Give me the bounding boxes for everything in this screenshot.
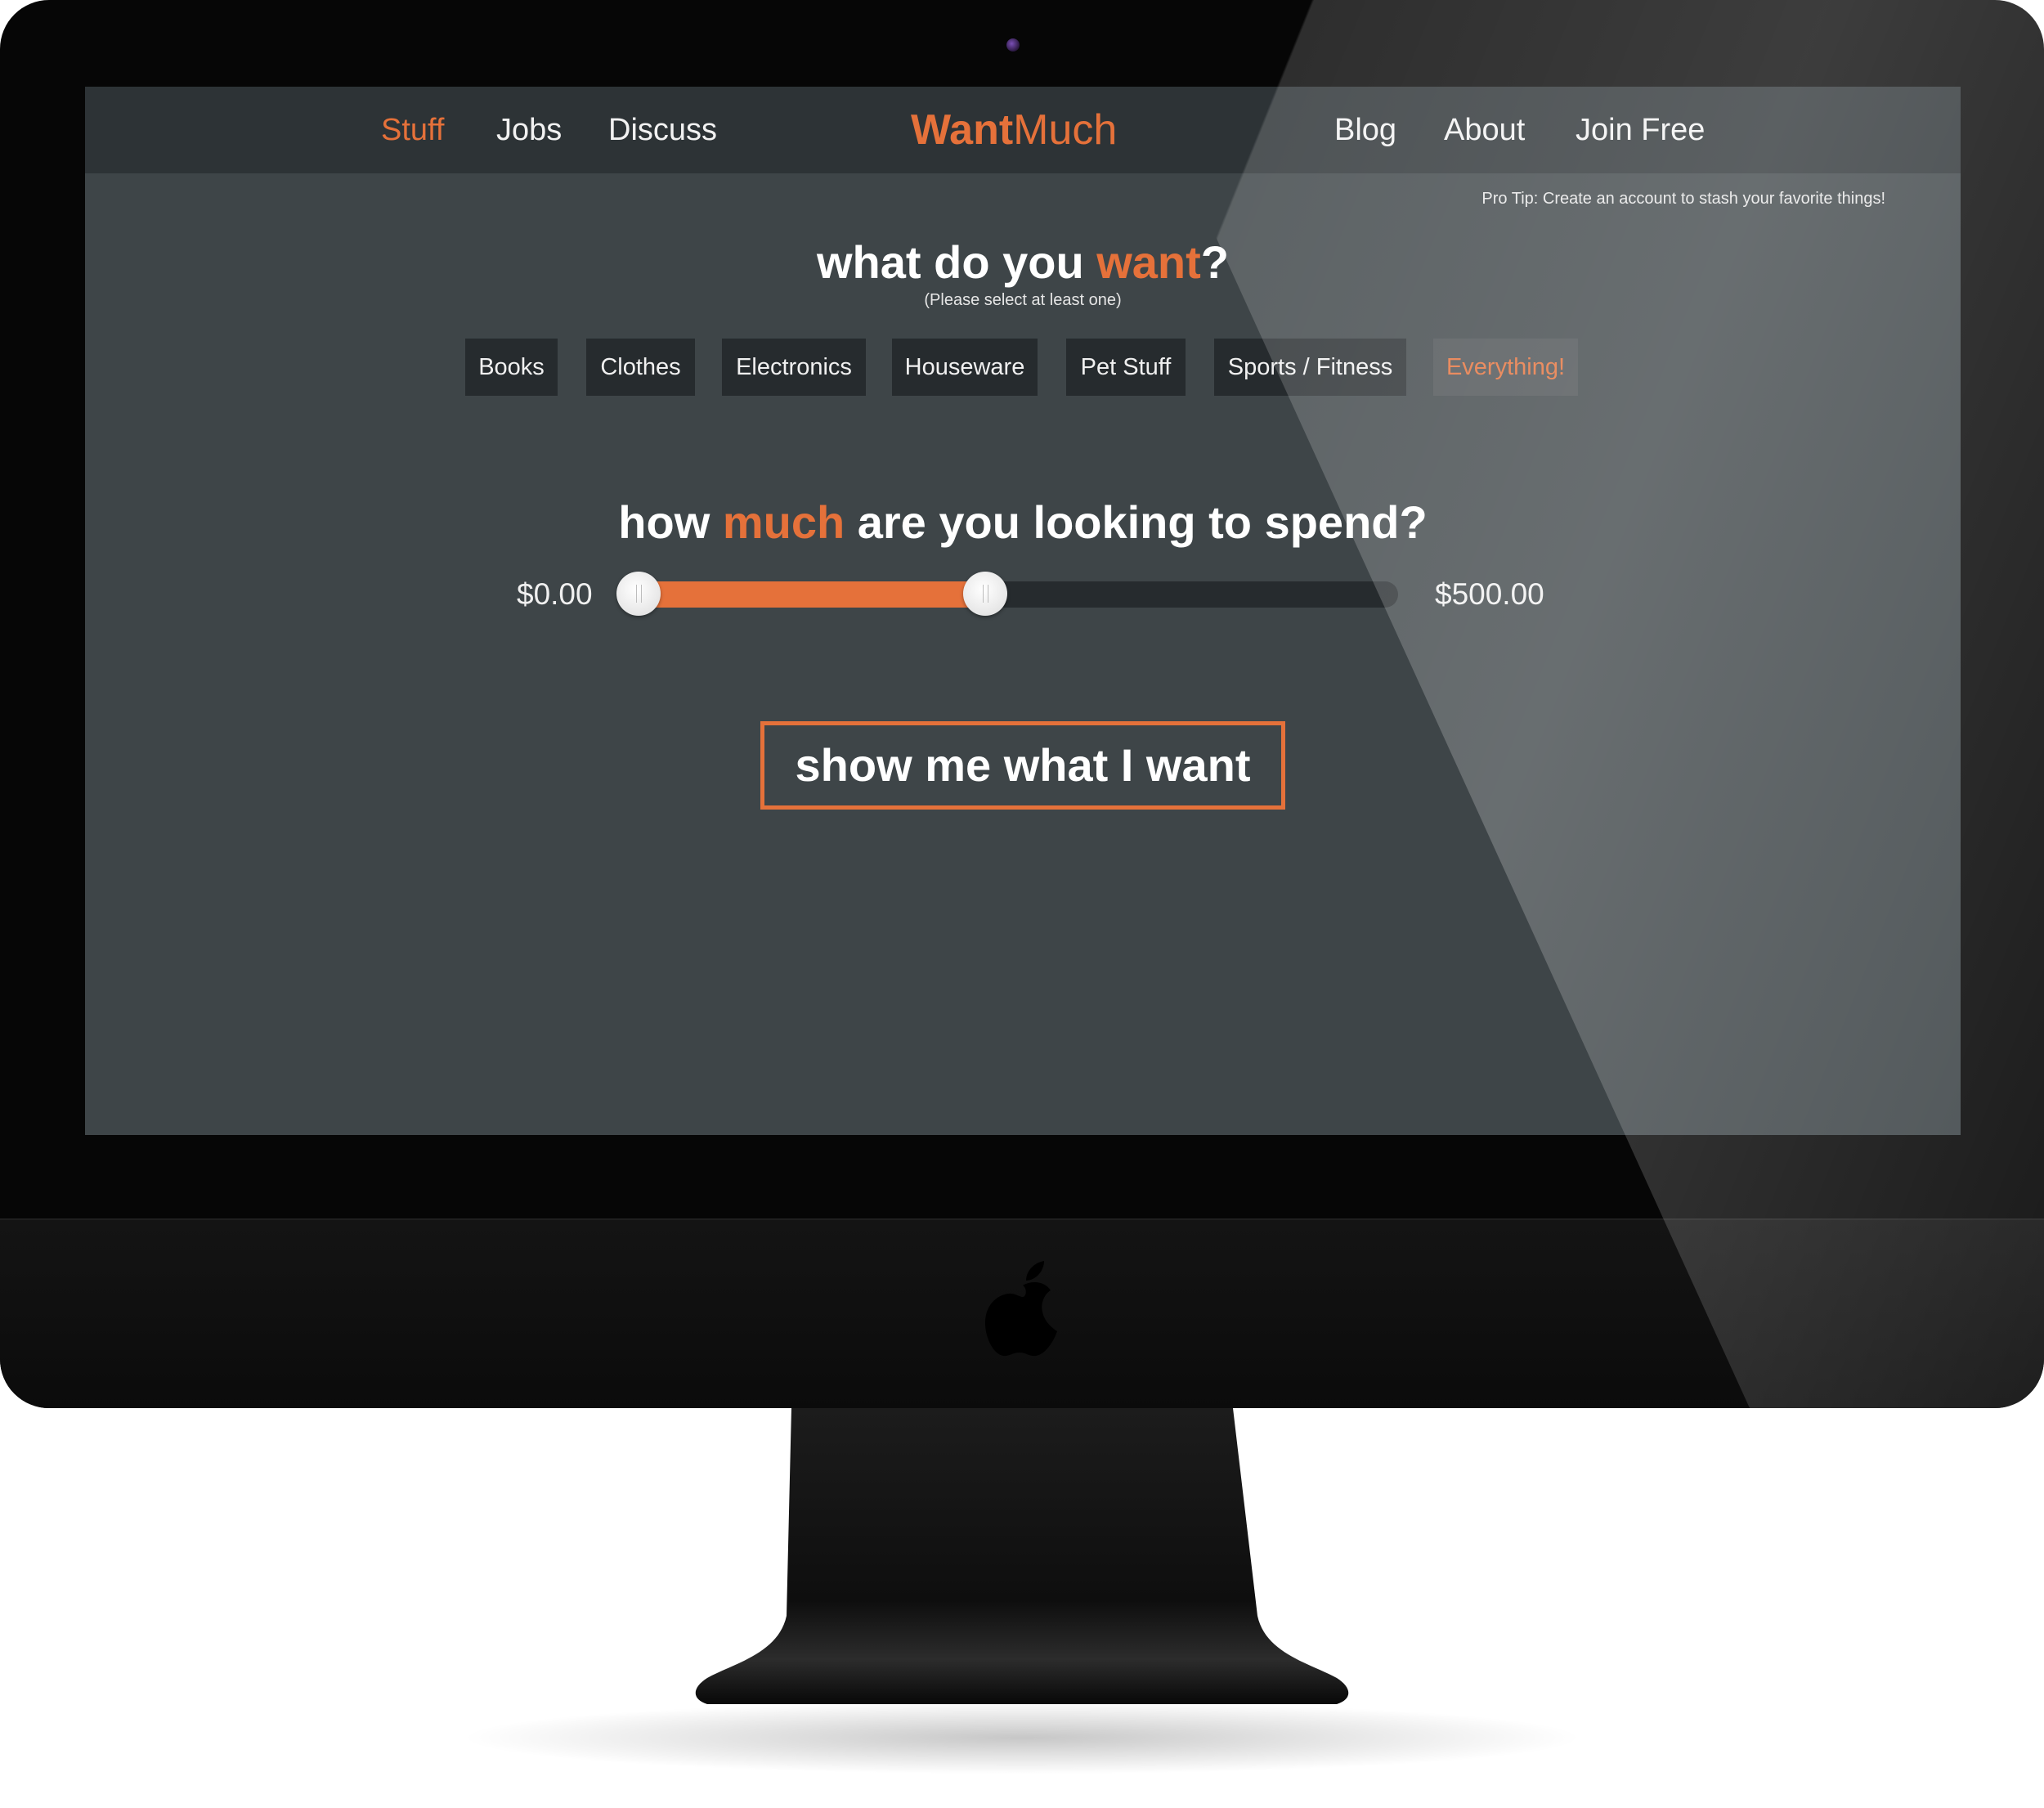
browser-screen: Stuff Jobs Discuss WantMuch Blog About J… bbox=[85, 87, 1961, 1135]
monitor-bezel: Stuff Jobs Discuss WantMuch Blog About J… bbox=[0, 0, 2044, 1408]
category-everything[interactable]: Everything! bbox=[1433, 339, 1578, 396]
category-list: Books Clothes Electronics Houseware Pet … bbox=[85, 339, 1961, 397]
pro-tip: Pro Tip: Create an account to stash your… bbox=[1481, 190, 1885, 208]
category-houseware[interactable]: Houseware bbox=[892, 339, 1038, 396]
logo-part-want: Want bbox=[911, 106, 1014, 154]
nav-discuss[interactable]: Discuss bbox=[608, 110, 717, 150]
grip-icon bbox=[636, 585, 642, 603]
nav-join-free[interactable]: Join Free bbox=[1576, 110, 1705, 150]
category-clothes[interactable]: Clothes bbox=[586, 339, 695, 396]
category-electronics[interactable]: Electronics bbox=[722, 339, 866, 396]
nav-about[interactable]: About bbox=[1444, 110, 1525, 150]
site-logo[interactable]: WantMuch bbox=[911, 105, 1117, 155]
camera-icon bbox=[1006, 38, 1020, 52]
price-min-label: $0.00 bbox=[517, 577, 593, 611]
nav-stuff[interactable]: Stuff bbox=[381, 110, 444, 150]
question-how-much-heading: how much are you looking to spend? bbox=[85, 494, 1961, 551]
question-what-prefix: what do you bbox=[817, 236, 1097, 288]
stand-shadow bbox=[458, 1701, 1586, 1774]
navbar: Stuff Jobs Discuss WantMuch Blog About J… bbox=[85, 87, 1961, 173]
category-sports-fitness[interactable]: Sports / Fitness bbox=[1214, 339, 1406, 396]
question-what-heading: what do you want? bbox=[85, 234, 1961, 291]
question-how-accent: much bbox=[722, 496, 845, 548]
price-slider-max-handle[interactable] bbox=[962, 572, 1007, 616]
logo-part-much: Much bbox=[1013, 106, 1118, 154]
price-slider-min-handle[interactable] bbox=[616, 572, 661, 616]
category-pet-stuff[interactable]: Pet Stuff bbox=[1066, 339, 1186, 396]
apple-logo-icon bbox=[985, 1261, 1057, 1357]
question-what-suffix: ? bbox=[1200, 236, 1229, 288]
price-slider-track[interactable] bbox=[616, 581, 1398, 608]
price-slider-fill bbox=[639, 581, 985, 608]
question-how-suffix: are you looking to spend? bbox=[845, 496, 1428, 548]
selection-note: (Please select at least one) bbox=[924, 291, 1122, 309]
nav-jobs[interactable]: Jobs bbox=[496, 110, 562, 150]
price-max-label: $500.00 bbox=[1435, 577, 1544, 611]
mockup-canvas: Stuff Jobs Discuss WantMuch Blog About J… bbox=[0, 0, 2044, 1808]
grip-icon bbox=[982, 585, 988, 603]
show-me-button[interactable]: show me what I want bbox=[760, 721, 1285, 810]
category-books[interactable]: Books bbox=[465, 339, 558, 396]
monitor-stand bbox=[695, 1408, 1349, 1704]
question-what-accent: want bbox=[1096, 236, 1201, 288]
monitor-chin bbox=[0, 1218, 2044, 1408]
question-how-prefix: how bbox=[618, 496, 723, 548]
nav-blog[interactable]: Blog bbox=[1334, 110, 1396, 150]
